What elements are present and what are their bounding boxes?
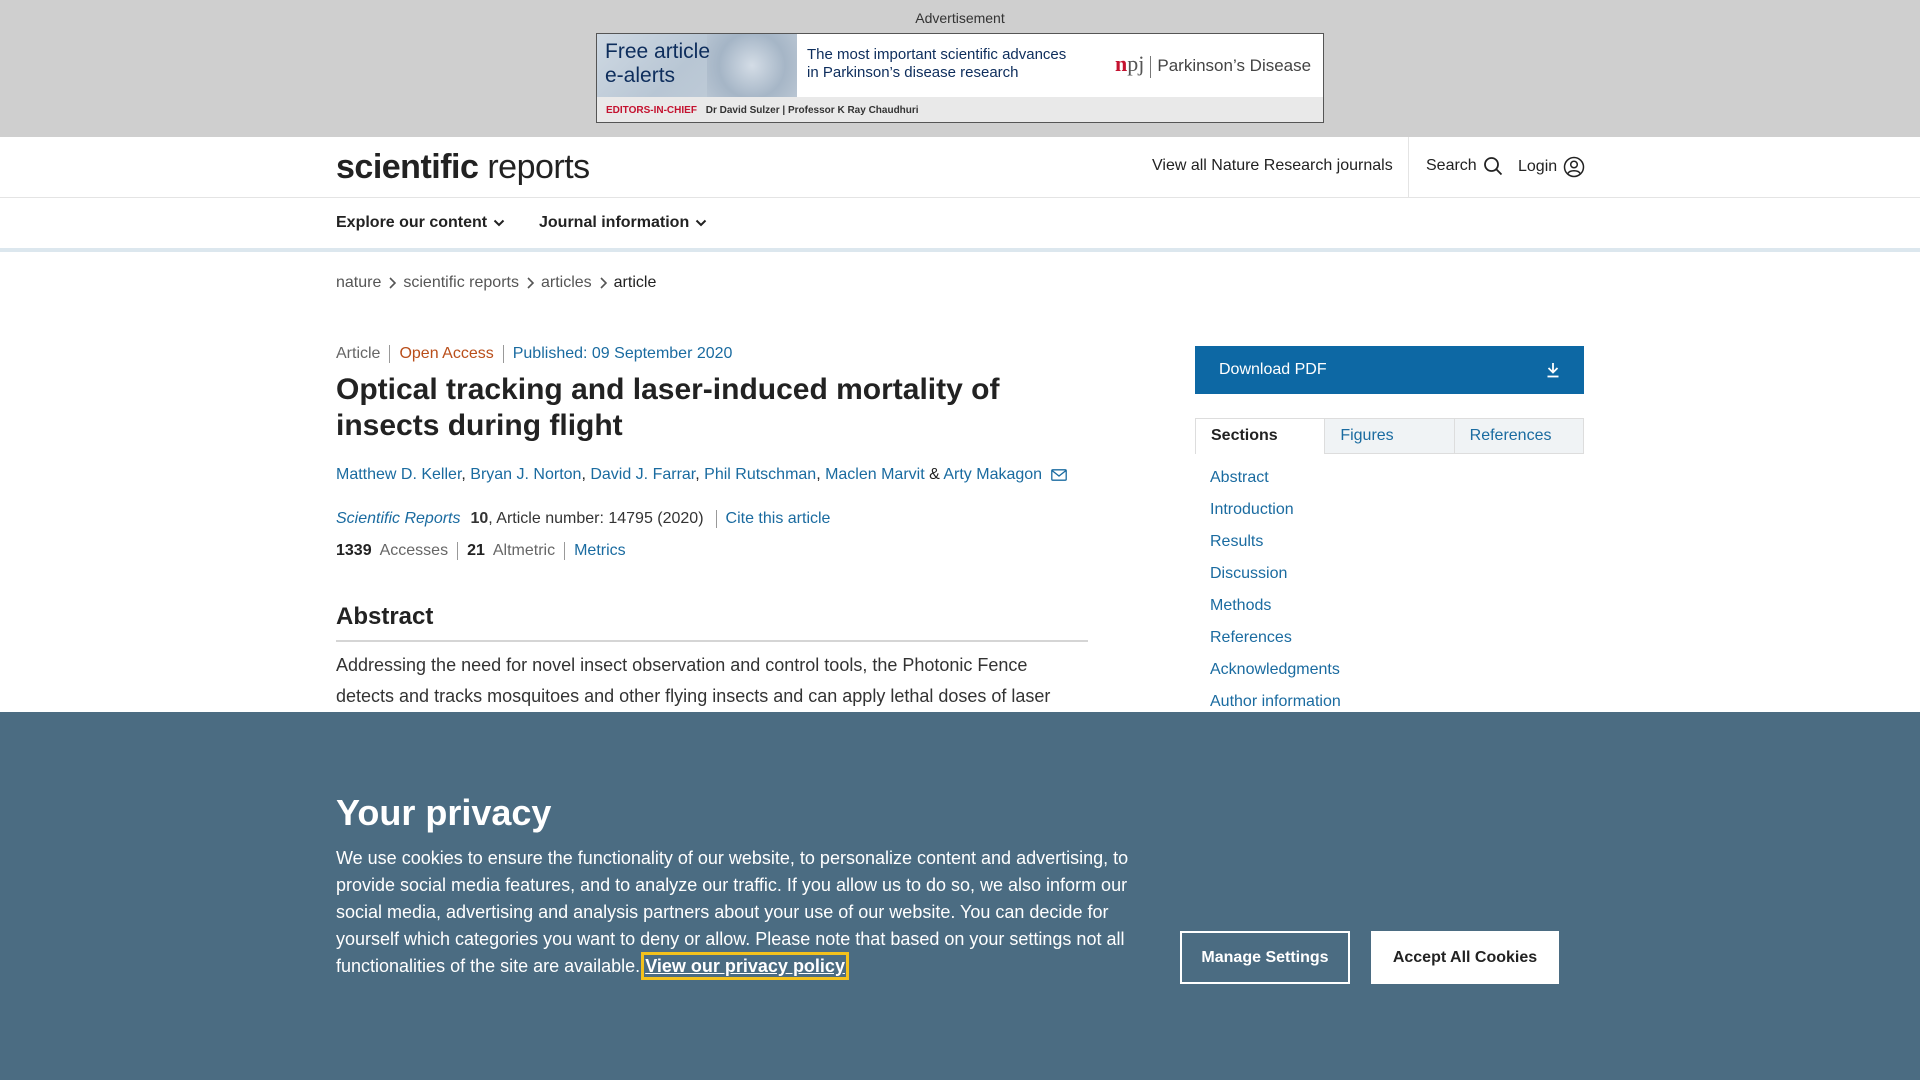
altmetric-metric: 21 Altmetric (457, 542, 564, 560)
ad-brand-n: n (1115, 51, 1128, 76)
cite-this-article-link[interactable]: Cite this article (715, 510, 830, 528)
ad-tagline-line2: in Parkinson’s disease research (807, 64, 1019, 81)
accesses-metric: 1339 Accesses (336, 542, 457, 560)
abstract-text: Addressing the need for novel insect obs… (336, 655, 1051, 706)
ad-free-line1: Free article (605, 40, 711, 63)
ad-brand-divider (1150, 55, 1152, 78)
privacy-policy-link[interactable]: View our privacy policy (641, 952, 849, 980)
section-link-results[interactable]: Results (1210, 532, 1341, 564)
chevron-right-icon (527, 277, 535, 289)
chevron-right-icon (600, 277, 607, 289)
sidebar-tabs: Sections Figures References (1195, 418, 1584, 454)
altmetric-count: 21 (467, 542, 485, 559)
ad-editors-names: Dr David Sulzer | Professor K Ray Chaudh… (705, 105, 919, 116)
main-nav: Explore our content Journal information (0, 198, 1920, 252)
volume-number: 10 (470, 510, 489, 527)
breadcrumb-articles[interactable]: articles (541, 274, 592, 292)
privacy-text: We use cookies to ensure the functionali… (336, 845, 1136, 980)
open-access-badge: Open Access (389, 345, 502, 363)
tab-figures[interactable]: Figures (1325, 418, 1455, 454)
ad-brand-logo: npj Parkinson’s Disease (1115, 51, 1311, 78)
section-link-abstract[interactable]: Abstract (1210, 468, 1341, 500)
altmetric-label: Altmetric (492, 542, 556, 559)
author-link[interactable]: Bryan J. Norton (470, 466, 581, 483)
metrics-link[interactable]: Metrics (574, 542, 626, 560)
section-link-references[interactable]: References (1210, 628, 1341, 660)
author-list: Matthew D. Keller, Bryan J. Norton, Davi… (336, 466, 1067, 484)
chevron-down-icon (493, 219, 505, 227)
download-pdf-button[interactable]: Download PDF (1195, 346, 1584, 394)
view-all-journals-link[interactable]: View all Nature Research journals (1152, 157, 1393, 175)
ad-free-line2: e-alerts (605, 64, 676, 87)
journal-information-label: Journal information (539, 214, 690, 231)
search-icon (1483, 157, 1502, 176)
explore-content-label: Explore our content (336, 214, 488, 231)
citation-line: Scientific Reports 10 , Article number: … (336, 510, 830, 528)
ad-tagline-line1: The most important scientific advances (807, 46, 1067, 63)
user-icon (1563, 156, 1585, 178)
privacy-title: Your privacy (336, 792, 552, 833)
header-divider (1408, 137, 1409, 197)
abstract-heading: Abstract (336, 603, 1088, 642)
section-link-introduction[interactable]: Introduction (1210, 500, 1341, 532)
journal-link[interactable]: Scientific Reports (336, 510, 461, 528)
sections-list: Abstract Introduction Results Discussion… (1210, 468, 1341, 724)
published-date: Published: 09 September 2020 (502, 345, 742, 363)
download-icon (1547, 363, 1559, 378)
ad-brand-pj: pj (1127, 51, 1145, 76)
accesses-count: 1339 (336, 542, 372, 559)
breadcrumb-current: article (613, 274, 657, 291)
article-meta: Article Open Access Published: 09 Septem… (336, 345, 741, 363)
ad-brand-name: Parkinson’s Disease (1157, 56, 1312, 75)
nav-underline-bar (0, 248, 1920, 252)
manage-settings-button[interactable]: Manage Settings (1180, 931, 1350, 984)
ad-banner[interactable]: Free article e-alerts The most important… (596, 33, 1324, 123)
breadcrumb-nature[interactable]: nature (336, 274, 381, 292)
explore-content-menu[interactable]: Explore our content (336, 214, 505, 232)
journal-information-menu[interactable]: Journal information (539, 214, 707, 232)
advertisement-band: Advertisement Free article e-alerts The … (0, 0, 1920, 137)
section-link-methods[interactable]: Methods (1210, 596, 1341, 628)
login-button[interactable]: Login (1518, 156, 1585, 178)
metrics-link-group: Metrics (564, 542, 635, 560)
article-number: , Article number: 14795 (2020) (488, 510, 704, 527)
section-link-discussion[interactable]: Discussion (1210, 564, 1341, 596)
search-label: Search (1426, 157, 1477, 174)
author-link[interactable]: Maclen Marvit (825, 466, 925, 483)
author-link[interactable]: Matthew D. Keller (336, 466, 461, 483)
privacy-banner: Your privacy We use cookies to ensure th… (0, 712, 1920, 1080)
site-logo[interactable]: scientific reports (336, 148, 590, 187)
logo-regular-text: reports (478, 148, 590, 186)
site-header: scientific reports View all Nature Resea… (0, 137, 1920, 198)
login-label: Login (1518, 158, 1558, 175)
ad-eic-label: EDITORS-IN-CHIEF (606, 105, 697, 116)
ad-tagline: The most important scientific advances i… (807, 46, 1066, 82)
article-title: Optical tracking and laser-induced morta… (336, 373, 1000, 442)
ad-free-alerts-text: Free article e-alerts (605, 40, 710, 88)
accept-all-cookies-button[interactable]: Accept All Cookies (1371, 931, 1559, 984)
breadcrumb-scientific-reports[interactable]: scientific reports (403, 274, 519, 292)
chevron-right-icon (389, 277, 397, 289)
download-pdf-label: Download PDF (1219, 361, 1327, 378)
breadcrumb: nature scientific reports articles artic… (336, 274, 656, 292)
section-link-acknowledgments[interactable]: Acknowledgments (1210, 660, 1341, 692)
search-button[interactable]: Search (1426, 156, 1503, 176)
author-link[interactable]: Arty Makagon (943, 466, 1042, 483)
author-link[interactable]: David J. Farrar (590, 466, 695, 483)
author-link[interactable]: Phil Rutschman (704, 466, 816, 483)
ad-editors-bar: EDITORS-IN-CHIEF Dr David Sulzer | Profe… (597, 97, 1323, 122)
mail-icon[interactable] (1050, 468, 1067, 481)
advertisement-label: Advertisement (915, 10, 1005, 26)
accesses-label: Accesses (379, 542, 449, 559)
article-metrics: 1339 Accesses 21 Altmetric Metrics (336, 542, 635, 560)
logo-bold-text: scientific (336, 148, 479, 186)
tab-references[interactable]: References (1454, 418, 1584, 454)
article-type: Article (336, 345, 381, 362)
chevron-down-icon (696, 219, 707, 227)
tab-sections[interactable]: Sections (1195, 418, 1326, 454)
